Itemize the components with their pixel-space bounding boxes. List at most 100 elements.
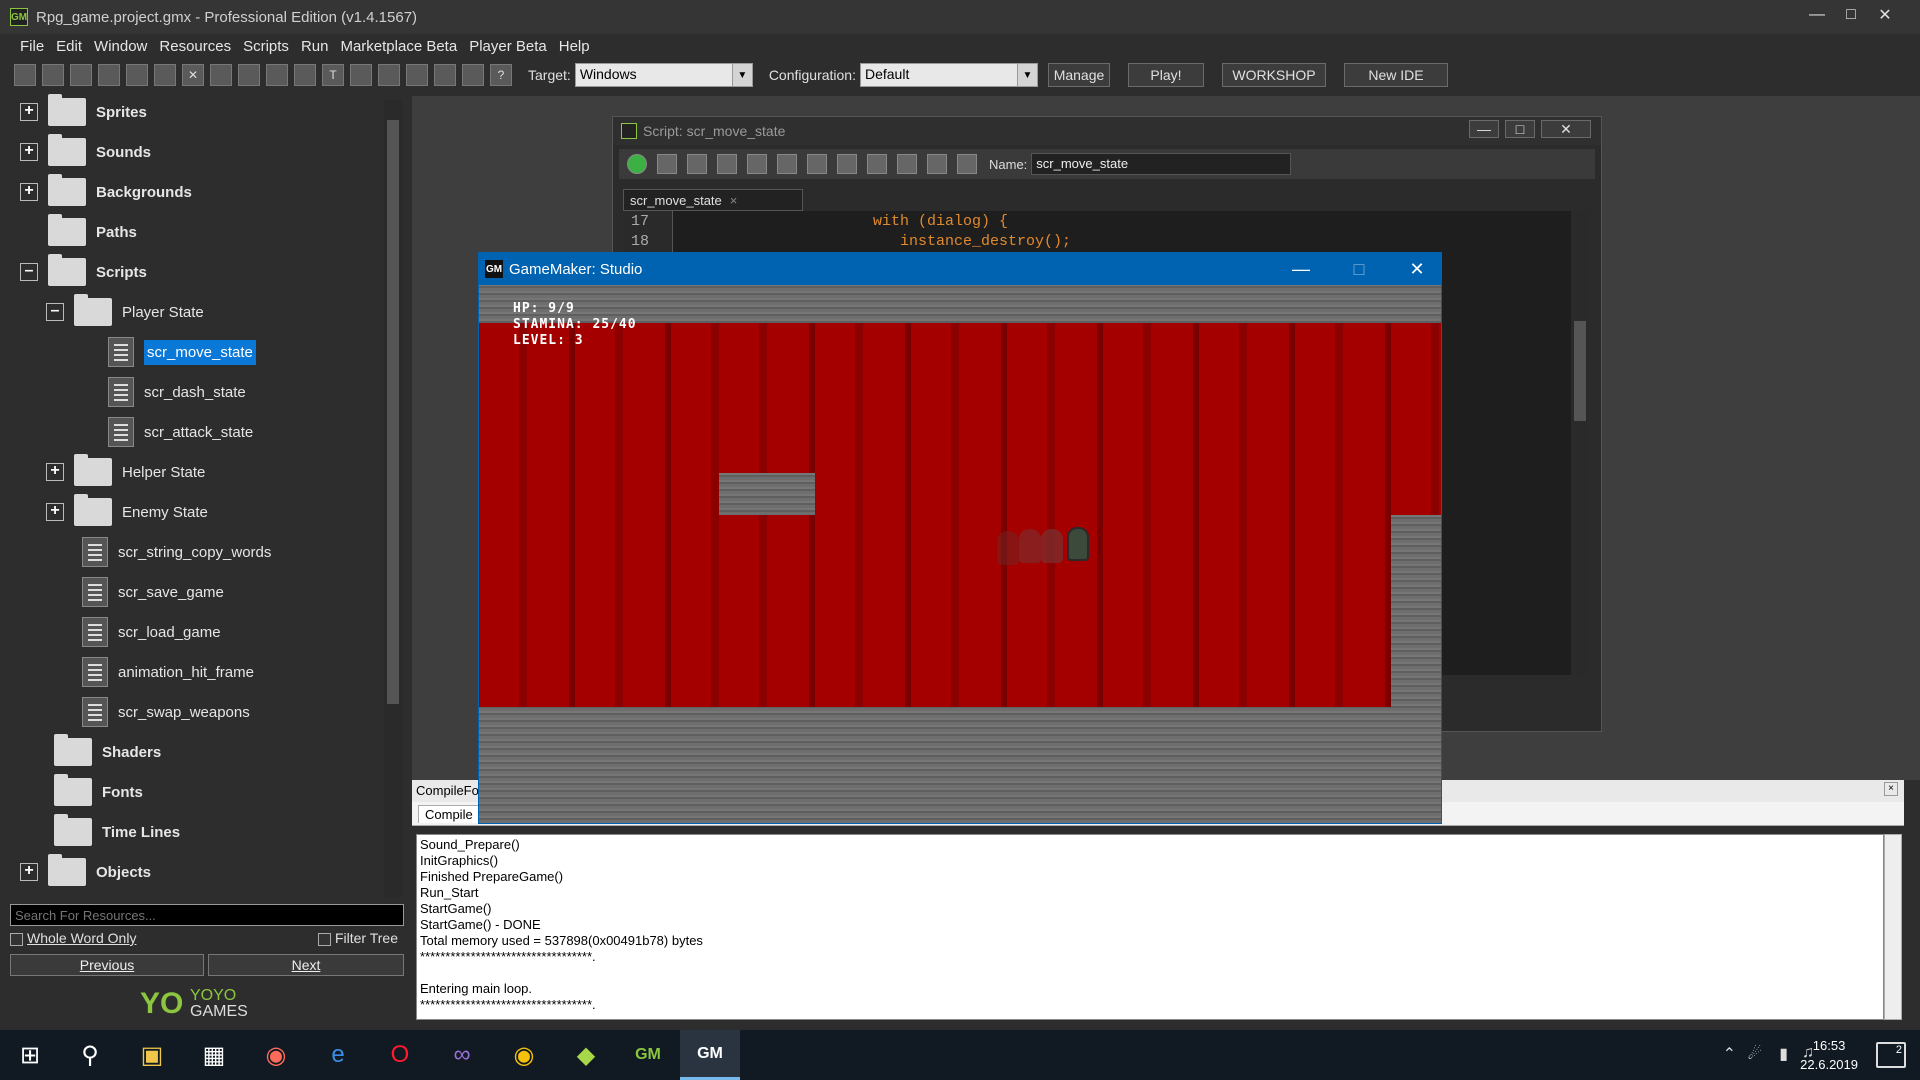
taskbar-clock[interactable]: 16:53 22.6.2019 [1800, 1036, 1858, 1074]
create-script-icon[interactable] [266, 64, 288, 86]
maximize-button[interactable]: □ [1836, 4, 1866, 26]
menu-file[interactable]: File [14, 38, 50, 55]
store-icon[interactable]: ▦ [184, 1030, 244, 1080]
tab-compile[interactable]: Compile [418, 805, 480, 823]
gamemaker-ide-taskbar-icon[interactable]: GM [618, 1030, 678, 1080]
script-name-input[interactable]: scr_move_state [1031, 153, 1292, 175]
tree-time-lines[interactable]: Time Lines [54, 814, 180, 848]
previous-button[interactable]: Previous [10, 954, 204, 976]
tree-scr-swap-weapons[interactable]: scr_swap_weapons [82, 696, 250, 728]
copy-icon[interactable] [837, 154, 857, 174]
create-room-icon[interactable] [406, 64, 428, 86]
next-button[interactable]: Next [208, 954, 404, 976]
target-select[interactable]: Windows ▼ [574, 63, 753, 87]
tree-scr-dash-state[interactable]: scr_dash_state [108, 376, 246, 408]
tree-objects[interactable]: + Objects [20, 854, 151, 888]
whole-word-checkbox[interactable] [10, 932, 23, 946]
collapse-icon[interactable]: – [20, 263, 38, 281]
tree-helper-state[interactable]: + Helper State [46, 454, 205, 488]
open-icon[interactable] [657, 154, 677, 174]
tree-shaders[interactable]: Shaders [54, 734, 161, 768]
menu-resources[interactable]: Resources [153, 38, 237, 55]
tree-backgrounds[interactable]: + Backgrounds [20, 174, 192, 208]
minimize-button[interactable]: — [1802, 4, 1832, 26]
opera-icon[interactable]: O [370, 1030, 430, 1080]
tree-animation-hit-frame[interactable]: animation_hit_frame [82, 656, 254, 688]
create-font-icon[interactable]: T [322, 64, 344, 86]
create-path-icon[interactable] [238, 64, 260, 86]
tree-scripts[interactable]: – Scripts [20, 254, 147, 288]
menu-player-beta[interactable]: Player Beta [463, 38, 553, 55]
configuration-select[interactable]: Default ▼ [859, 63, 1038, 87]
menu-help[interactable]: Help [553, 38, 596, 55]
close-button[interactable]: ✕ [1870, 4, 1900, 26]
compile-scrollbar[interactable] [1884, 834, 1902, 1020]
expand-icon[interactable]: + [20, 183, 38, 201]
chrome-icon[interactable]: ◉ [494, 1030, 554, 1080]
menu-marketplace-beta[interactable]: Marketplace Beta [334, 38, 463, 55]
workshop-button[interactable]: WORKSHOP [1221, 63, 1326, 87]
battery-icon[interactable]: ▮ [1779, 1044, 1788, 1064]
save-icon[interactable] [687, 154, 707, 174]
tree-sounds[interactable]: + Sounds [20, 134, 151, 168]
action-center-icon[interactable]: 2 [1876, 1042, 1906, 1068]
expand-icon[interactable]: + [20, 143, 38, 161]
file-explorer-icon[interactable]: ▣ [122, 1030, 182, 1080]
check-icon[interactable] [627, 154, 647, 174]
tree-paths[interactable]: Paths [48, 214, 137, 248]
filter-tree-checkbox[interactable] [317, 932, 331, 946]
new-project-icon[interactable] [14, 64, 36, 86]
paste-icon[interactable] [867, 154, 887, 174]
expand-icon[interactable]: + [46, 503, 64, 521]
game-close-button[interactable]: ✕ [1403, 257, 1431, 281]
tree-scr-move-state[interactable]: scr_move_state [108, 336, 256, 368]
search-icon[interactable] [897, 154, 917, 174]
menu-window[interactable]: Window [88, 38, 153, 55]
snippets-icon[interactable] [957, 154, 977, 174]
collapse-icon[interactable]: – [46, 303, 64, 321]
search-icon[interactable]: ⚲ [60, 1030, 120, 1080]
tree-scr-string-copy-words[interactable]: scr_string_copy_words [82, 536, 271, 568]
tree-scrollbar[interactable] [384, 100, 402, 898]
undo-icon[interactable] [747, 154, 767, 174]
visual-studio-icon[interactable]: ∞ [432, 1030, 492, 1080]
tab-scr-move-state[interactable]: scr_move_state × [623, 189, 803, 211]
goto-line-icon[interactable] [927, 154, 947, 174]
windows-start-icon[interactable]: ⊞ [0, 1030, 60, 1080]
help-icon[interactable]: ? [490, 64, 512, 86]
game-canvas[interactable]: HP: 9/9 STAMINA: 25/40 LEVEL: 3 [479, 285, 1441, 823]
save-icon[interactable] [70, 64, 92, 86]
tree-fonts[interactable]: Fonts [54, 774, 143, 808]
expand-icon[interactable]: + [20, 863, 38, 881]
create-sound-icon[interactable] [154, 64, 176, 86]
expand-icon[interactable]: + [46, 463, 64, 481]
cut-icon[interactable] [807, 154, 827, 174]
play-button[interactable]: Play! [1127, 63, 1204, 87]
tree-enemy-state[interactable]: + Enemy State [46, 494, 208, 528]
close-icon[interactable]: × [1884, 782, 1898, 796]
wifi-icon[interactable]: ☄ [1748, 1044, 1762, 1064]
tree-scr-attack-state[interactable]: scr_attack_state [108, 416, 253, 448]
global-settings-icon[interactable] [462, 64, 484, 86]
menu-scripts[interactable]: Scripts [237, 38, 295, 55]
expand-icon[interactable]: + [20, 103, 38, 121]
tree-player-state[interactable]: – Player State [46, 294, 204, 328]
resource-search-input[interactable] [10, 904, 404, 926]
print-icon[interactable] [717, 154, 737, 174]
gamemaker-runner-taskbar-icon[interactable]: GM [680, 1030, 740, 1080]
tree-scr-save-game[interactable]: scr_save_game [82, 576, 224, 608]
clean-icon[interactable]: ✕ [182, 64, 204, 86]
create-timeline-icon[interactable] [350, 64, 372, 86]
game-information-icon[interactable] [434, 64, 456, 86]
manage-button[interactable]: Manage [1047, 63, 1110, 87]
snipping-tool-icon[interactable]: ◉ [246, 1030, 306, 1080]
script-minimize-button[interactable]: — [1469, 120, 1499, 138]
git-kraken-icon[interactable]: ◆ [556, 1030, 616, 1080]
close-tab-icon[interactable]: × [730, 193, 738, 208]
tree-scr-load-game[interactable]: scr_load_game [82, 616, 221, 648]
menu-run[interactable]: Run [295, 38, 335, 55]
menu-edit[interactable]: Edit [50, 38, 88, 55]
script-maximize-button[interactable]: □ [1505, 120, 1535, 138]
tree-sprites[interactable]: + Sprites [20, 94, 147, 128]
open-project-icon[interactable] [42, 64, 64, 86]
